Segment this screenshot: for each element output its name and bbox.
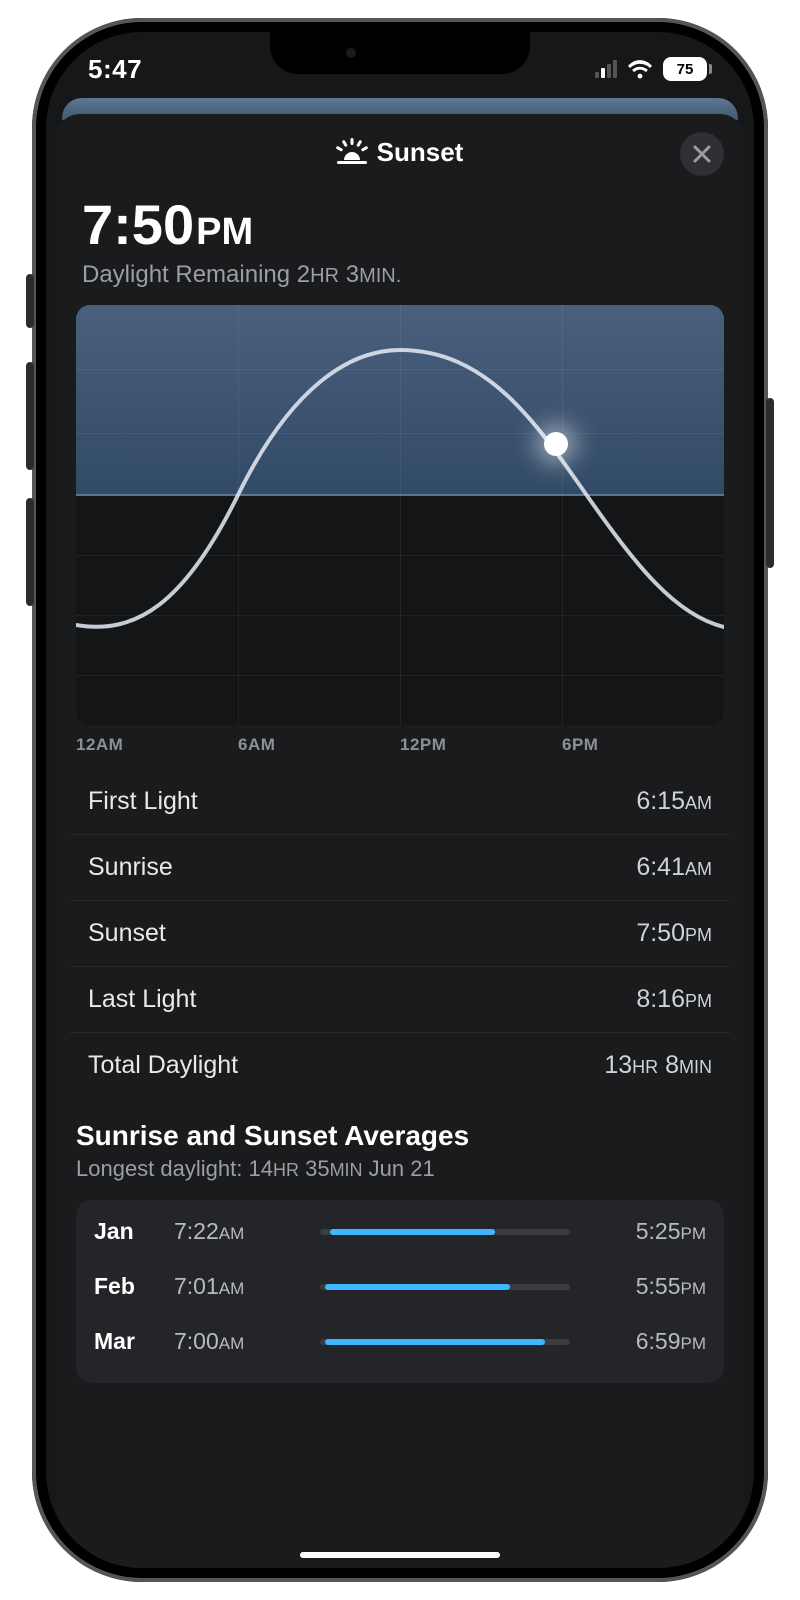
mute-switch (26, 274, 34, 328)
month-label: Feb (94, 1273, 174, 1300)
tick-12pm: 12PM (400, 735, 562, 755)
sun-position-marker (544, 432, 568, 456)
hero: 7:50PM Daylight Remaining 2HR 3MIN. (56, 184, 744, 289)
daylight-remaining: Daylight Remaining 2HR 3MIN. (82, 261, 718, 289)
sun-path-chart[interactable] (76, 305, 724, 725)
tick-12am: 12AM (76, 735, 238, 755)
volume-down (26, 498, 34, 606)
avg-sunrise: 7:22AM (174, 1218, 304, 1245)
row-label: Sunrise (88, 853, 173, 882)
month-label: Mar (94, 1328, 174, 1355)
volume-up (26, 362, 34, 470)
row-label: Last Light (88, 985, 196, 1014)
average-row: Mar 7:00AM 6:59PM (94, 1314, 706, 1369)
sun-time-row: Last Light 8:16PM (70, 967, 730, 1033)
battery-indicator: 75 (663, 57, 712, 81)
sun-time-row: Sunrise 6:41AM (70, 835, 730, 901)
row-value: 13HR 8MIN (604, 1051, 712, 1080)
tick-6am: 6AM (238, 735, 400, 755)
sheet-header: Sunset (56, 120, 744, 184)
sunset-detail-sheet: Sunset 7:50PM Daylight Remaining 2HR 3MI… (56, 114, 744, 1568)
status-indicators: 75 (595, 57, 712, 81)
daylight-bar (320, 1339, 570, 1345)
sun-curve (76, 305, 724, 725)
tick-6pm: 6PM (562, 735, 724, 755)
daylight-bar (320, 1284, 570, 1290)
averages-heading: Sunrise and Sunset Averages (76, 1120, 724, 1152)
cellular-signal-icon (595, 60, 617, 78)
device-frame: 5:47 75 (32, 18, 768, 1582)
sheet-title: Sunset (337, 137, 464, 168)
notch (270, 32, 530, 74)
averages-section: Sunrise and Sunset Averages Longest dayl… (76, 1120, 724, 1182)
sun-time-row: Sunset 7:50PM (70, 901, 730, 967)
sun-time-row: Total Daylight 13HR 8MIN (70, 1033, 730, 1098)
close-button[interactable] (680, 132, 724, 176)
sunset-time: 7:50PM (82, 192, 718, 257)
sun-times-list: First Light 6:15AM Sunrise 6:41AM Sunset 7:50… (70, 769, 730, 1098)
sun-time-row: First Light 6:15AM (70, 769, 730, 835)
row-label: First Light (88, 787, 198, 816)
month-label: Jan (94, 1218, 174, 1245)
row-value: 8:16PM (636, 985, 712, 1014)
row-value: 6:15AM (636, 787, 712, 816)
battery-level: 75 (663, 57, 707, 81)
avg-sunset: 6:59PM (586, 1328, 706, 1355)
wifi-icon (627, 59, 653, 79)
avg-sunset: 5:25PM (586, 1218, 706, 1245)
power-button (766, 398, 774, 568)
row-value: 7:50PM (636, 919, 712, 948)
row-label: Sunset (88, 919, 166, 948)
avg-sunset: 5:55PM (586, 1273, 706, 1300)
average-row: Jan 7:22AM 5:25PM (94, 1204, 706, 1259)
close-icon (692, 144, 712, 164)
avg-sunrise: 7:00AM (174, 1328, 304, 1355)
sunset-icon (337, 140, 367, 164)
averages-subtitle: Longest daylight: 14HR 35MIN Jun 21 (76, 1156, 724, 1182)
status-time: 5:47 (88, 54, 142, 85)
avg-sunrise: 7:01AM (174, 1273, 304, 1300)
row-label: Total Daylight (88, 1051, 238, 1080)
row-value: 6:41AM (636, 853, 712, 882)
daylight-bar (320, 1229, 570, 1235)
home-indicator[interactable] (300, 1552, 500, 1558)
sheet-title-text: Sunset (377, 137, 464, 168)
chart-x-axis: 12AM 6AM 12PM 6PM (76, 735, 724, 755)
average-row: Feb 7:01AM 5:55PM (94, 1259, 706, 1314)
averages-card[interactable]: Jan 7:22AM 5:25PMFeb 7:01AM 5:55PMMar 7:… (76, 1200, 724, 1383)
screen: 5:47 75 (46, 32, 754, 1568)
